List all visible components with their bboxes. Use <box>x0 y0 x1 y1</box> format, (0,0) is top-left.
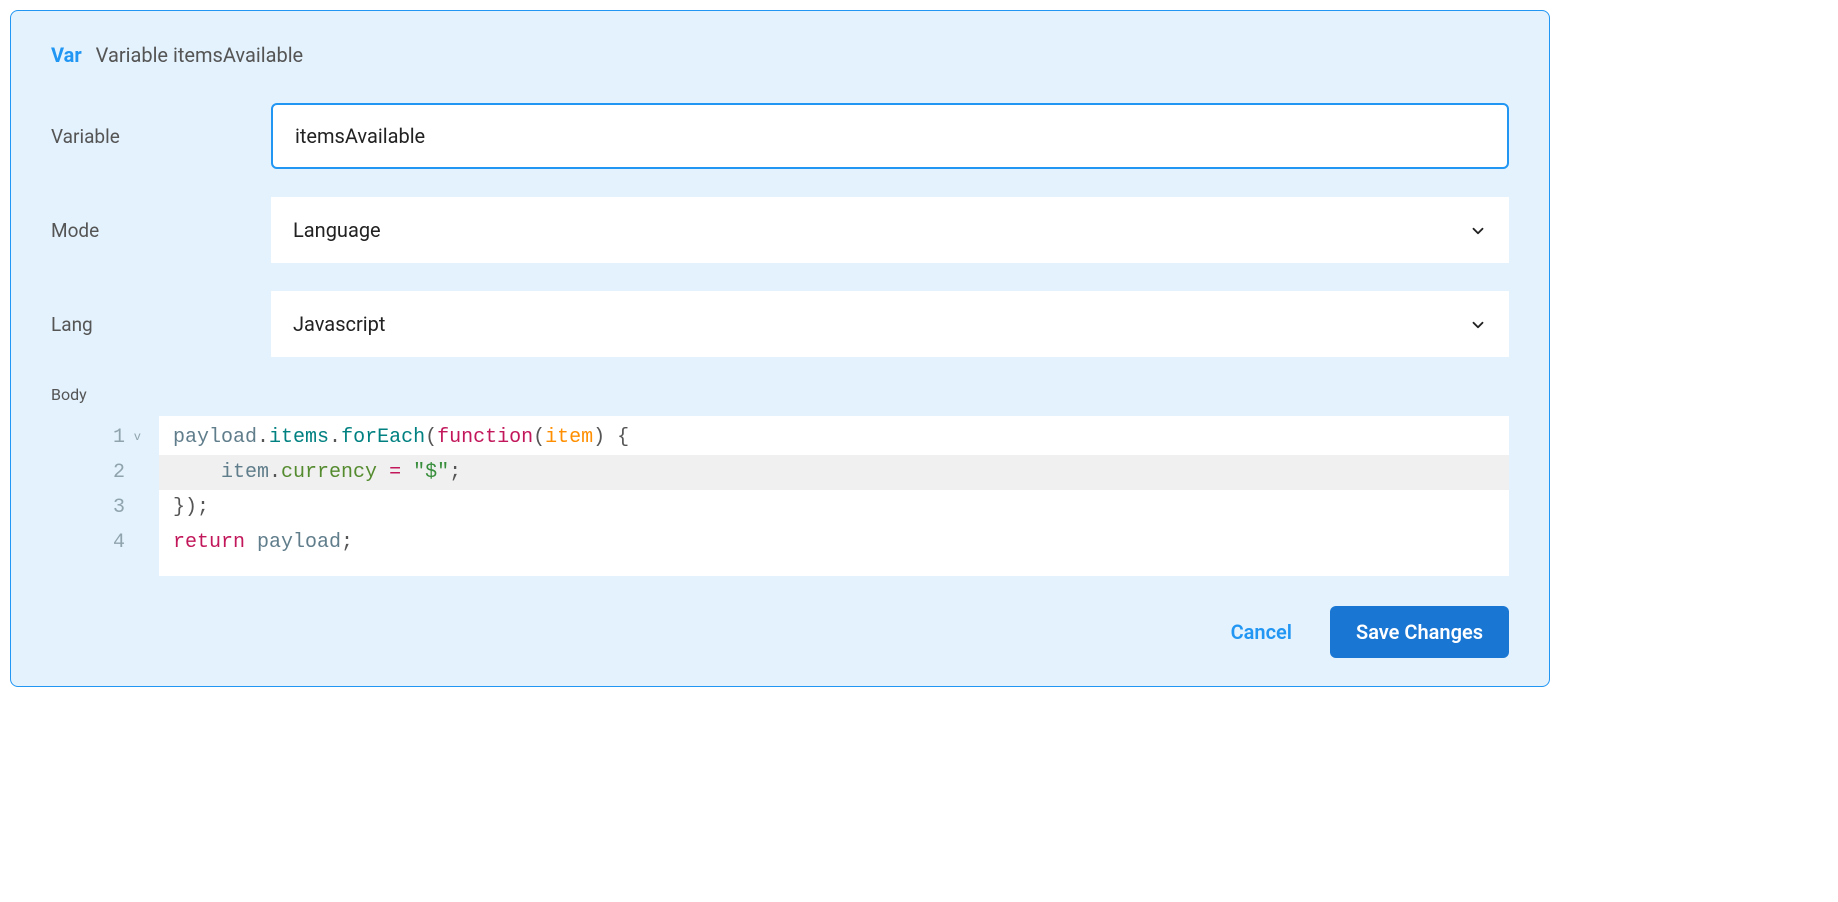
chevron-down-icon <box>1469 221 1487 239</box>
cancel-button[interactable]: Cancel <box>1213 608 1310 656</box>
code-line[interactable]: payload.items.forEach(function(item) { <box>173 420 1495 455</box>
gutter-line: 1v <box>69 420 141 455</box>
save-button[interactable]: Save Changes <box>1330 606 1509 658</box>
lang-select[interactable]: Javascript <box>271 291 1509 357</box>
code-editor[interactable]: 1v234 payload.items.forEach(function(ite… <box>51 416 1509 576</box>
lang-row: Lang Javascript <box>51 291 1509 357</box>
lang-label: Lang <box>51 313 271 336</box>
code-line[interactable]: }); <box>173 490 1495 525</box>
variable-label: Variable <box>51 125 271 148</box>
editor-gutter: 1v234 <box>51 416 159 576</box>
gutter-line: 4 <box>69 525 141 560</box>
mode-row: Mode Language <box>51 197 1509 263</box>
variable-input[interactable] <box>271 103 1509 169</box>
variable-config-panel: Var Variable itemsAvailable Variable Mod… <box>10 10 1550 687</box>
panel-footer: Cancel Save Changes <box>51 606 1509 658</box>
variable-row: Variable <box>51 103 1509 169</box>
code-line[interactable]: return payload; <box>173 525 1495 560</box>
panel-title: Variable itemsAvailable <box>96 43 304 67</box>
code-line[interactable]: item.currency = "$"; <box>159 455 1509 490</box>
chevron-down-icon <box>1469 315 1487 333</box>
var-badge: Var <box>51 43 82 67</box>
mode-value: Language <box>293 218 381 242</box>
mode-select[interactable]: Language <box>271 197 1509 263</box>
fold-marker-icon[interactable]: v <box>131 420 141 455</box>
gutter-line: 2 <box>69 455 141 490</box>
panel-header: Var Variable itemsAvailable <box>51 43 1509 67</box>
body-label: Body <box>51 385 1509 404</box>
gutter-line: 3 <box>69 490 141 525</box>
editor-code[interactable]: payload.items.forEach(function(item) { i… <box>159 416 1509 576</box>
body-section: Body 1v234 payload.items.forEach(functio… <box>51 385 1509 576</box>
mode-label: Mode <box>51 219 271 242</box>
lang-value: Javascript <box>293 312 385 336</box>
